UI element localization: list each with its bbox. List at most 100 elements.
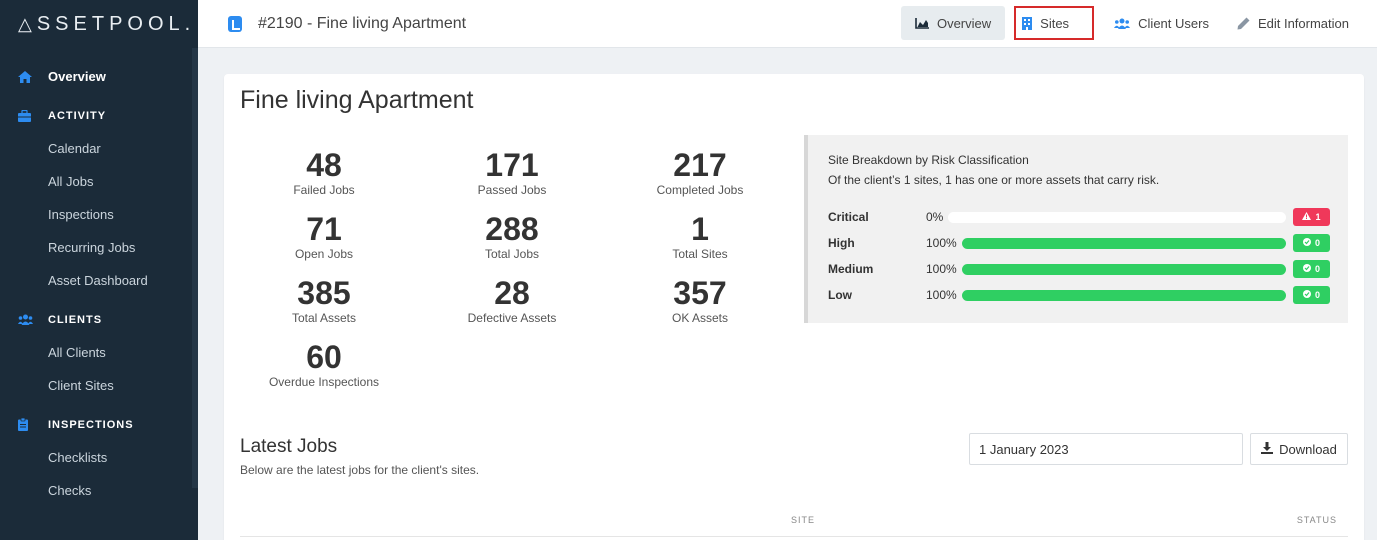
risk-progress-fill: [962, 290, 1286, 301]
risk-level-label: Critical: [828, 210, 869, 224]
clipboard-icon: [18, 418, 48, 431]
stat-value: 71: [306, 211, 342, 247]
sidebar-item-label: Recurring Jobs: [48, 240, 136, 255]
column-header-site[interactable]: SITE: [791, 515, 815, 525]
stat-value: 60: [306, 339, 342, 375]
stat-label: Total Sites: [672, 247, 728, 261]
sidebar-item-asset-dashboard[interactable]: Asset Dashboard: [0, 264, 198, 297]
sidebar-scrollbar[interactable]: [192, 48, 198, 488]
stat-label: Completed Jobs: [656, 183, 744, 197]
column-header-status[interactable]: STATUS: [1297, 515, 1337, 525]
risk-row-high: High 100% 0: [828, 233, 1338, 253]
stat-value: 1: [691, 211, 709, 247]
risk-subheading: Of the client’s 1 sites, 1 has one or mo…: [828, 173, 1160, 187]
tab-overview[interactable]: Overview: [900, 6, 1006, 40]
sidebar-item-inspections[interactable]: Inspections: [0, 198, 198, 231]
tab-edit-information[interactable]: Edit Information: [1223, 6, 1363, 40]
risk-count: 0: [1314, 238, 1320, 248]
sidebar: △ SSETPOOL. Overview ACTIVITY Calendar Al…: [0, 0, 198, 540]
users-icon: [18, 314, 48, 325]
sidebar-item-checks[interactable]: Checks: [0, 474, 198, 507]
sidebar-item-label: All Clients: [48, 345, 106, 360]
stat-label: Overdue Inspections: [268, 375, 380, 389]
stat-failed-jobs: 48 Failed Jobs: [229, 149, 419, 197]
sidebar-item-client-sites[interactable]: Client Sites: [0, 369, 198, 402]
stat-label: OK Assets: [671, 311, 729, 325]
sidebar-section-label: INSPECTIONS: [48, 418, 134, 431]
sidebar-item-recurring-jobs[interactable]: Recurring Jobs: [0, 231, 198, 264]
stat-overdue-inspections: 60 Overdue Inspections: [229, 341, 419, 389]
warning-icon: [1302, 212, 1312, 222]
risk-breakdown-panel: Site Breakdown by Risk Classification Of…: [804, 135, 1348, 323]
sidebar-item-label: Asset Dashboard: [48, 273, 148, 288]
risk-count: 0: [1314, 290, 1320, 300]
tab-client-users[interactable]: Client Users: [1100, 6, 1223, 40]
risk-count-badge[interactable]: 0: [1293, 234, 1330, 252]
client-book-icon: [228, 15, 242, 32]
stat-value: 28: [494, 275, 530, 311]
risk-progress-track: [962, 290, 1286, 301]
sidebar-section-activity: ACTIVITY: [0, 99, 198, 132]
sidebar-section-clients: CLIENTS: [0, 303, 198, 336]
risk-count-badge[interactable]: 0: [1293, 260, 1330, 278]
sidebar-item-label: Overview: [48, 69, 106, 84]
sidebar-section-label: ACTIVITY: [48, 109, 107, 122]
stat-value: 385: [297, 275, 351, 311]
client-title: Fine living Apartment: [240, 86, 474, 114]
stat-completed-jobs: 217 Completed Jobs: [605, 149, 795, 197]
building-icon: [1022, 16, 1033, 30]
stat-value: 171: [485, 147, 539, 183]
risk-progress-track: [962, 238, 1286, 249]
sidebar-item-all-jobs[interactable]: All Jobs: [0, 165, 198, 198]
stat-label: Failed Jobs: [293, 183, 355, 197]
tab-label: Sites: [1040, 15, 1070, 31]
sidebar-item-label: Calendar: [48, 141, 101, 156]
sidebar-item-overview[interactable]: Overview: [0, 60, 198, 93]
risk-percent: 0%: [926, 210, 944, 224]
area-chart-icon: [915, 17, 929, 29]
sidebar-item-calendar[interactable]: Calendar: [0, 132, 198, 165]
table-divider: [240, 536, 1348, 537]
risk-row-critical: Critical 0% 1: [828, 207, 1338, 227]
stat-value: 217: [673, 147, 727, 183]
stat-total-jobs: 288 Total Jobs: [417, 213, 607, 261]
risk-level-label: High: [828, 236, 855, 250]
stat-total-sites: 1 Total Sites: [605, 213, 795, 261]
sidebar-item-label: Inspections: [48, 207, 114, 222]
risk-level-label: Medium: [828, 262, 874, 276]
download-button[interactable]: Download: [1250, 433, 1348, 465]
client-overview-card: Fine living Apartment 48 Failed Jobs 171…: [224, 74, 1364, 540]
risk-count-badge[interactable]: 0: [1293, 286, 1330, 304]
users-icon: [1114, 18, 1131, 29]
stat-label: Open Jobs: [294, 247, 354, 261]
stat-defective-assets: 28 Defective Assets: [417, 277, 607, 325]
stat-value: 288: [485, 211, 539, 247]
stat-value: 357: [673, 275, 727, 311]
sidebar-section-label: CLIENTS: [48, 313, 103, 326]
risk-count: 1: [1315, 212, 1321, 222]
risk-count: 0: [1314, 264, 1320, 274]
risk-progress-fill: [962, 264, 1286, 275]
app-logo[interactable]: △ SSETPOOL.: [0, 0, 198, 48]
sidebar-item-label: All Jobs: [48, 174, 94, 189]
page-header-title: #2190 - Fine living Apartment: [258, 14, 467, 32]
check-circle-icon: [1302, 290, 1311, 300]
date-filter-input[interactable]: [969, 433, 1243, 465]
logo-text: SSETPOOL.: [36, 12, 196, 35]
tab-sites[interactable]: Sites: [1014, 6, 1095, 40]
latest-jobs-title: Latest Jobs: [240, 436, 338, 457]
sidebar-item-checklists[interactable]: Checklists: [0, 441, 198, 474]
risk-count-badge[interactable]: 1: [1293, 208, 1330, 226]
check-circle-icon: [1302, 264, 1311, 274]
sidebar-item-all-clients[interactable]: All Clients: [0, 336, 198, 369]
stat-label: Total Jobs: [484, 247, 540, 261]
risk-percent: 100%: [926, 288, 957, 302]
risk-percent: 100%: [926, 262, 957, 276]
risk-percent: 100%: [926, 236, 957, 250]
pencil-icon: [1237, 17, 1250, 30]
home-icon: [18, 70, 48, 83]
stat-open-jobs: 71 Open Jobs: [229, 213, 419, 261]
stat-label: Total Assets: [291, 311, 357, 325]
risk-progress-track: [962, 264, 1286, 275]
client-tabs: Overview Sites Client Users Edit Informa…: [900, 6, 1363, 40]
